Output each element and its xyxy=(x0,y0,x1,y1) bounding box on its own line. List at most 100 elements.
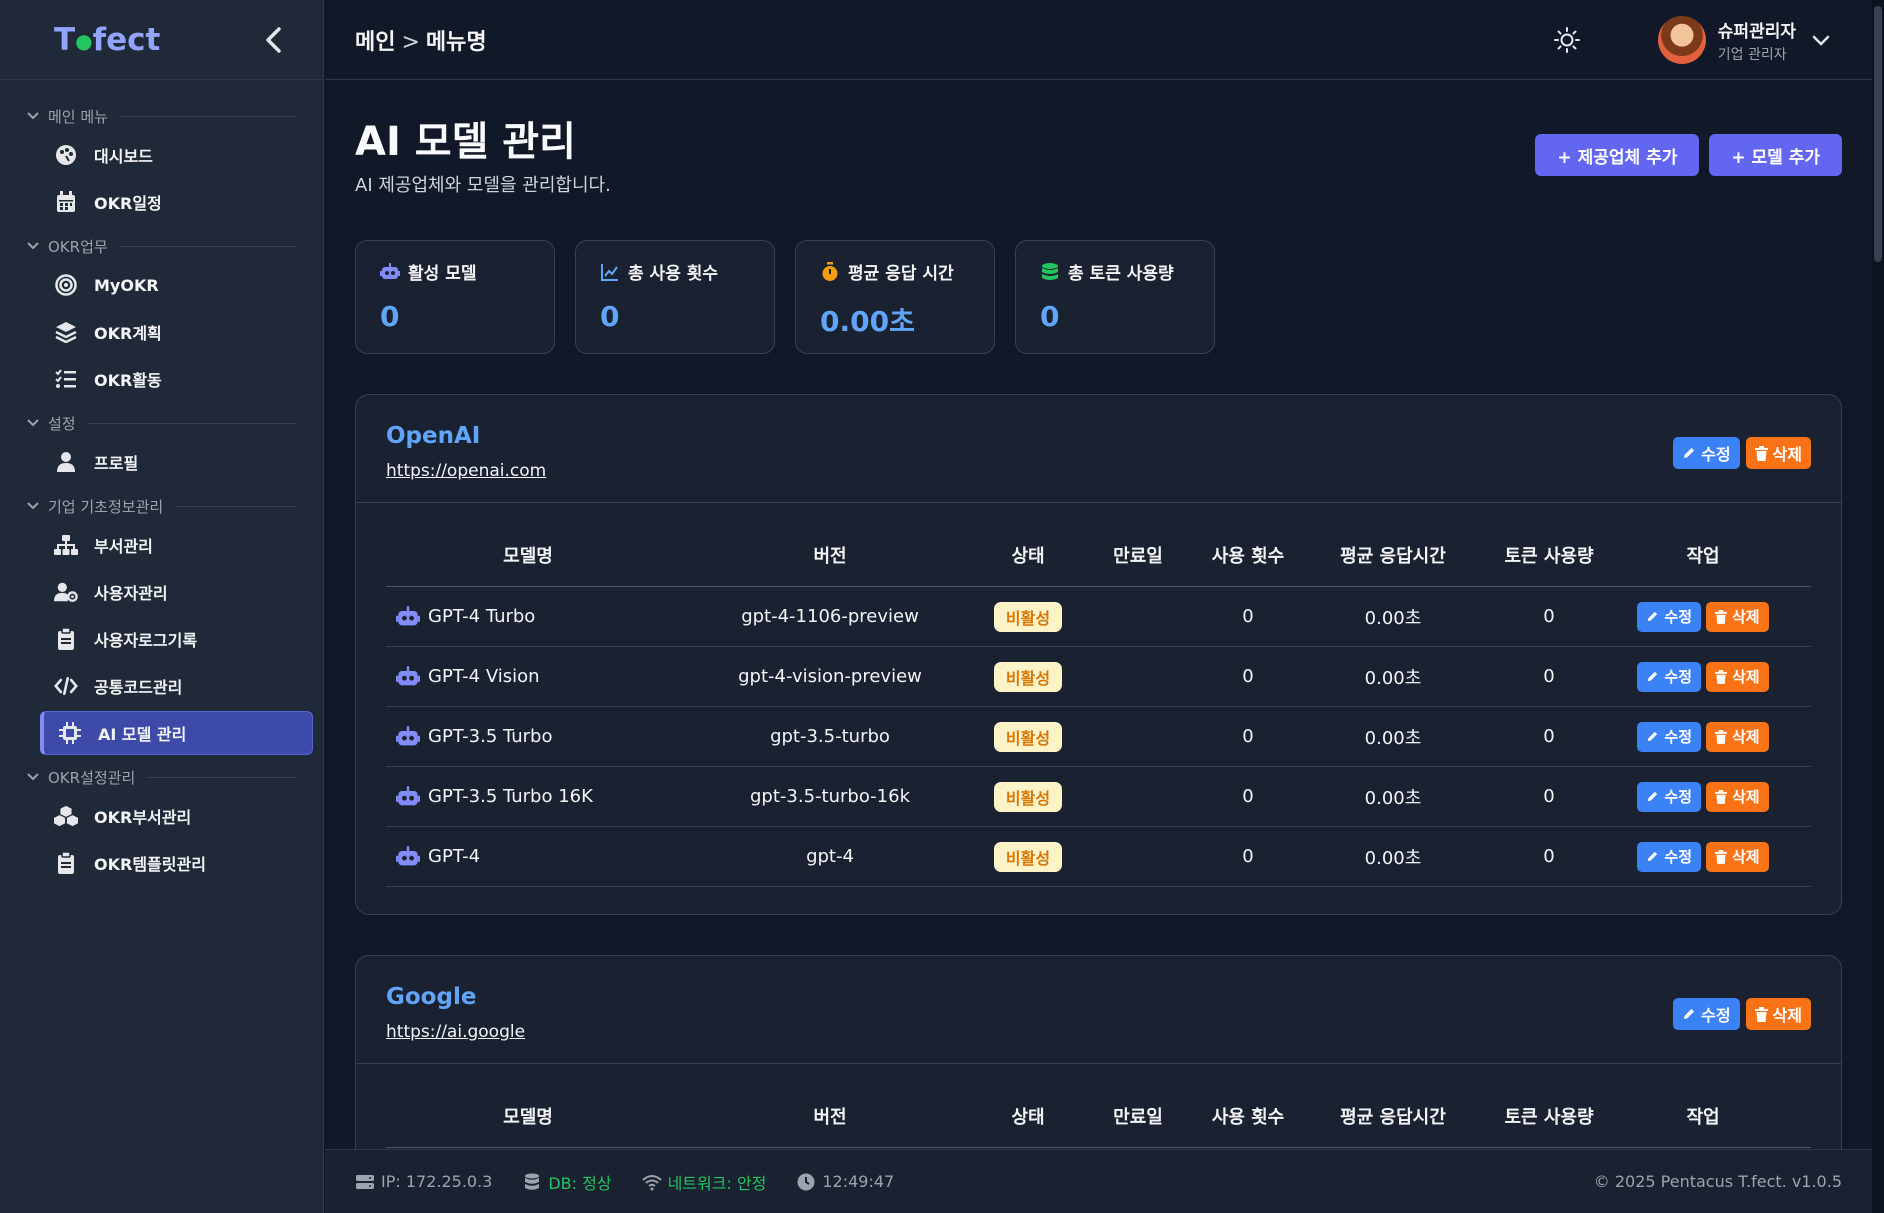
sidebar-item-dashboard[interactable]: 대시보드 xyxy=(40,133,313,177)
edit-model-button[interactable]: 수정 xyxy=(1637,721,1701,752)
sidebar-item-okr-templates[interactable]: OKR템플릿관리 xyxy=(40,841,313,885)
robot-icon xyxy=(396,845,420,865)
table-row: GPT-4 gpt-4 비활성 0 0.00초 0 수정 삭제 xyxy=(386,827,1811,887)
sidebar-item-okr-activity[interactable]: OKR활동 xyxy=(40,357,313,401)
sidebar-item-label: OKR활동 xyxy=(94,371,162,390)
delete-provider-button[interactable]: 삭제 xyxy=(1745,437,1811,469)
add-provider-button[interactable]: + 제공업체 추가 xyxy=(1535,134,1700,176)
edit-model-button[interactable]: 수정 xyxy=(1637,781,1701,812)
theme-toggle-button[interactable] xyxy=(1552,25,1582,55)
pencil-icon xyxy=(1648,671,1658,682)
trash-icon xyxy=(1715,609,1727,624)
sidebar-item-profile[interactable]: 프로필 xyxy=(40,440,313,484)
robot-icon xyxy=(396,785,420,805)
edit-provider-button[interactable]: 수정 xyxy=(1673,437,1740,469)
stat-card-active-models: 활성 모델 0 xyxy=(355,240,555,354)
nav-section-okr-work[interactable]: OKR업무 xyxy=(0,230,323,262)
stat-value: 0 xyxy=(1040,300,1060,333)
model-usage: 0 xyxy=(1242,846,1254,867)
delete-model-button[interactable]: 삭제 xyxy=(1706,601,1769,632)
page-subtitle: AI 제공업체와 모델을 관리합니다. xyxy=(355,175,611,196)
sidebar-item-departments[interactable]: 부서관리 xyxy=(40,523,313,567)
model-avg-time: 0.00초 xyxy=(1364,607,1422,629)
model-version: gpt-3.5-turbo-16k xyxy=(750,786,910,807)
robot-icon xyxy=(396,605,420,625)
column-header: 작업 xyxy=(1686,1106,1720,1128)
pencil-icon xyxy=(1648,611,1658,622)
nav-section-okr-settings[interactable]: OKR설정관리 xyxy=(0,761,323,793)
user-info[interactable]: 슈퍼관리자 기업 관리자 xyxy=(1718,17,1796,64)
table-row: GPT-3.5 Turbo 16K gpt-3.5-turbo-16k 비활성 0 0.… xyxy=(386,767,1811,827)
sidebar-collapse-button[interactable] xyxy=(259,25,289,55)
sidebar-item-okr-plan[interactable]: OKR계획 xyxy=(40,310,313,354)
sidebar-item-okr-departments[interactable]: OKR부서관리 xyxy=(40,794,313,838)
chevron-down-icon xyxy=(27,242,39,250)
delete-model-button[interactable]: 삭제 xyxy=(1706,781,1769,812)
column-header: 상태 xyxy=(1011,545,1045,567)
nav-section-settings[interactable]: 설정 xyxy=(0,407,323,439)
model-usage: 0 xyxy=(1242,786,1254,807)
column-header: 평균 응답시간 xyxy=(1340,545,1446,567)
breadcrumb-home[interactable]: 메인 xyxy=(355,30,395,55)
stat-label: 활성 모델 xyxy=(408,264,477,284)
layers-icon xyxy=(54,320,78,344)
add-model-button[interactable]: + 모델 추가 xyxy=(1709,134,1842,176)
trash-icon xyxy=(1754,1006,1768,1022)
provider-url-link[interactable]: https://openai.com xyxy=(386,461,546,481)
delete-model-button[interactable]: 삭제 xyxy=(1706,841,1769,872)
chip-icon xyxy=(58,721,82,745)
model-name: GPT-3.5 Turbo 16K xyxy=(428,786,593,807)
divider xyxy=(147,776,297,778)
edit-model-button[interactable]: 수정 xyxy=(1637,601,1701,632)
sidebar-item-users[interactable]: 사용자관리 xyxy=(40,570,313,614)
ip-status: IP: 172.25.0.3 xyxy=(355,1172,492,1192)
db-status-text: DB: 정상 xyxy=(548,1173,612,1193)
sidebar-item-myokr[interactable]: MyOKR xyxy=(40,263,313,307)
table-header: 모델명 버전 상태 만료일 사용 횟수 평균 응답시간 토큰 사용량 작업 xyxy=(386,503,1811,587)
sidebar-item-okr-schedule[interactable]: OKR일정 xyxy=(40,180,313,224)
chevron-down-icon[interactable] xyxy=(1810,29,1832,51)
status-badge: 비활성 xyxy=(993,841,1063,872)
app-logo[interactable]: T●fect xyxy=(54,22,160,58)
clipboard-icon xyxy=(54,851,78,875)
avatar[interactable] xyxy=(1657,16,1706,64)
column-header: 버전 xyxy=(813,545,847,567)
delete-provider-button[interactable]: 삭제 xyxy=(1745,998,1811,1030)
model-version: gpt-4-1106-preview xyxy=(741,606,919,627)
page-actions: + 제공업체 추가 + 모델 추가 xyxy=(1535,134,1842,176)
stat-card-total-tokens: 총 토큰 사용량 0 xyxy=(1015,240,1215,354)
edit-provider-button[interactable]: 수정 xyxy=(1673,998,1740,1030)
sidebar-item-user-logs[interactable]: 사용자로그기록 xyxy=(40,617,313,661)
model-name-cell: GPT-4 Vision xyxy=(386,665,670,689)
nav-section-main[interactable]: 메인 메뉴 xyxy=(0,100,323,132)
list-check-icon xyxy=(54,367,78,391)
sidebar-item-label: 프로필 xyxy=(94,454,139,473)
nav-section-company[interactable]: 기업 기초정보관리 xyxy=(0,490,323,522)
model-actions-cell: 수정 삭제 xyxy=(1598,721,1808,752)
model-tokens: 0 xyxy=(1543,726,1555,747)
column-header: 버전 xyxy=(813,1106,847,1128)
table-header: 모델명 버전 상태 만료일 사용 횟수 평균 응답시간 토큰 사용량 작업 xyxy=(386,1064,1811,1148)
clock-status: 12:49:47 xyxy=(796,1172,894,1192)
sidebar-item-ai-models[interactable]: AI 모델 관리 xyxy=(40,711,313,755)
model-actions-cell: 수정 삭제 xyxy=(1598,601,1808,632)
model-tokens: 0 xyxy=(1543,846,1555,867)
logo-dot: ● xyxy=(75,28,93,53)
delete-model-button[interactable]: 삭제 xyxy=(1706,721,1769,752)
sidebar-item-label: OKR템플릿관리 xyxy=(94,855,206,874)
model-actions-cell: 수정 삭제 xyxy=(1598,781,1808,812)
model-name-cell: GPT-3.5 Turbo 16K xyxy=(386,785,670,809)
sidebar-item-common-codes[interactable]: 공통코드관리 xyxy=(40,664,313,708)
nav-section-label: 설정 xyxy=(48,414,76,433)
page-scrollbar[interactable] xyxy=(1872,0,1884,1213)
provider-name: Google xyxy=(386,984,477,1010)
model-version: gpt-4-vision-preview xyxy=(738,666,922,687)
pencil-icon xyxy=(1648,851,1658,862)
provider-url-link[interactable]: https://ai.google xyxy=(386,1022,525,1042)
edit-model-button[interactable]: 수정 xyxy=(1637,661,1701,692)
edit-model-button[interactable]: 수정 xyxy=(1637,841,1701,872)
delete-model-button[interactable]: 삭제 xyxy=(1706,661,1769,692)
user-icon xyxy=(54,450,78,474)
scrollbar-thumb[interactable] xyxy=(1874,6,1882,262)
column-header: 작업 xyxy=(1686,545,1720,567)
